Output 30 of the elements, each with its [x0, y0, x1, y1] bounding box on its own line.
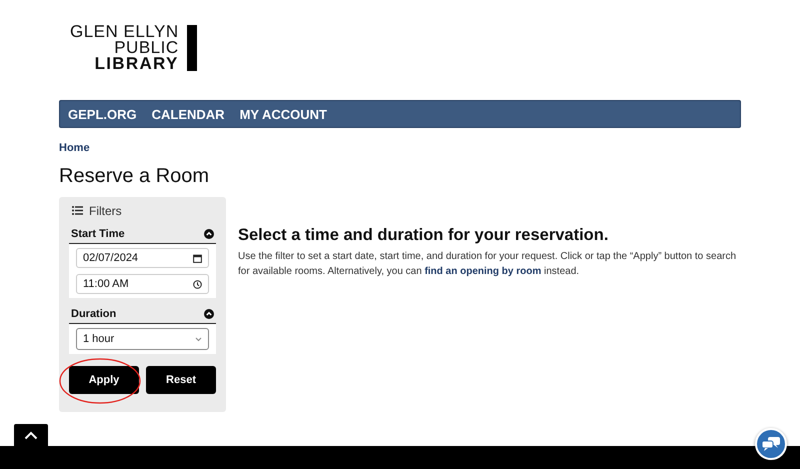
collapse-icon[interactable]	[204, 309, 214, 319]
logo-text: GLEN ELLYN	[70, 24, 179, 40]
filter-button[interactable]: Apply	[69, 366, 139, 394]
chevron-down-icon	[195, 336, 202, 342]
back-to-top-button[interactable]	[14, 424, 48, 447]
section-title: Start Time	[71, 228, 125, 240]
date-field[interactable]: 02/07/2024	[76, 248, 209, 268]
filters-title: Filters	[89, 204, 122, 218]
logo-bar	[186, 25, 197, 71]
duration-select[interactable]: 1 hour	[76, 328, 209, 350]
nav-link[interactable]: MY ACCOUNT	[240, 106, 327, 122]
filter-button[interactable]: Reset	[146, 366, 216, 394]
opening-link[interactable]: find an opening by room	[424, 266, 542, 277]
collapse-icon[interactable]	[204, 229, 214, 239]
page-title: Reserve a Room	[59, 165, 210, 188]
chat-button[interactable]	[755, 428, 787, 460]
chevron-up-icon	[24, 431, 38, 440]
calendar-icon	[193, 254, 202, 262]
chat-bubbles-icon	[762, 437, 780, 451]
logo-text: LIBRARY	[94, 56, 179, 72]
list-icon	[72, 206, 83, 215]
nav-link[interactable]: CALENDAR	[152, 106, 225, 122]
clock-icon	[193, 280, 202, 288]
section-heading: Select a time and duration for your reservation.	[238, 226, 610, 245]
nav-link[interactable]: GEPL.ORG	[68, 106, 137, 122]
section-title: Duration	[71, 308, 116, 320]
breadcrumb-link[interactable]: Home	[59, 142, 90, 154]
logo-text: PUBLIC	[114, 40, 179, 56]
time-field[interactable]: 11:00 AM	[76, 274, 209, 294]
instructions-text: Use the filter to set a start date, start time, and duration for your request. Click or tap the “Apply” button to search for available rooms. Alternatively, you can find an opening by room instead.	[238, 250, 738, 279]
